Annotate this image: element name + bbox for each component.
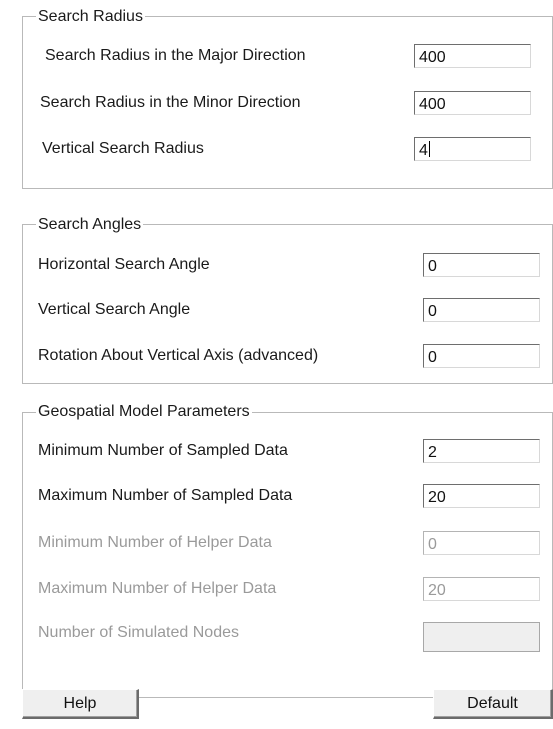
search-radius-major-input[interactable] bbox=[414, 44, 531, 68]
min-helper-data-label: Minimum Number of Helper Data bbox=[38, 534, 272, 551]
search-radius-minor-input[interactable] bbox=[414, 91, 531, 115]
max-sampled-data-label: Maximum Number of Sampled Data bbox=[38, 487, 293, 504]
search-radius-major-label: Search Radius in the Major Direction bbox=[45, 47, 306, 64]
help-button[interactable]: Help bbox=[22, 689, 139, 719]
search-radius-minor-label: Search Radius in the Minor Direction bbox=[40, 94, 301, 111]
simulated-nodes-input[interactable] bbox=[423, 622, 540, 652]
max-helper-data-label: Maximum Number of Helper Data bbox=[38, 580, 277, 597]
vertical-search-angle-input[interactable] bbox=[423, 298, 540, 322]
min-sampled-data-label: Minimum Number of Sampled Data bbox=[38, 442, 288, 459]
default-button[interactable]: Default bbox=[433, 689, 553, 719]
rotation-vertical-axis-label: Rotation About Vertical Axis (advanced) bbox=[38, 347, 319, 364]
vertical-search-radius-input[interactable]: 4 bbox=[414, 137, 531, 161]
horizontal-search-angle-input[interactable] bbox=[423, 253, 540, 277]
max-helper-data-input[interactable] bbox=[423, 577, 540, 601]
max-sampled-data-input[interactable] bbox=[423, 484, 540, 508]
vertical-search-angle-label: Vertical Search Angle bbox=[38, 301, 191, 318]
horizontal-search-angle-label: Horizontal Search Angle bbox=[38, 256, 210, 273]
text-cursor bbox=[428, 141, 430, 157]
rotation-vertical-axis-input[interactable] bbox=[423, 344, 540, 368]
geospatial-params-title: Geospatial Model Parameters bbox=[36, 403, 252, 421]
min-sampled-data-input[interactable] bbox=[423, 439, 540, 463]
vertical-search-radius-value: 4 bbox=[419, 142, 428, 159]
vertical-search-radius-label: Vertical Search Radius bbox=[42, 140, 204, 157]
simulated-nodes-label: Number of Simulated Nodes bbox=[38, 624, 239, 641]
min-helper-data-input[interactable] bbox=[423, 531, 540, 555]
search-angles-title: Search Angles bbox=[36, 216, 144, 234]
search-radius-title: Search Radius bbox=[36, 8, 145, 26]
